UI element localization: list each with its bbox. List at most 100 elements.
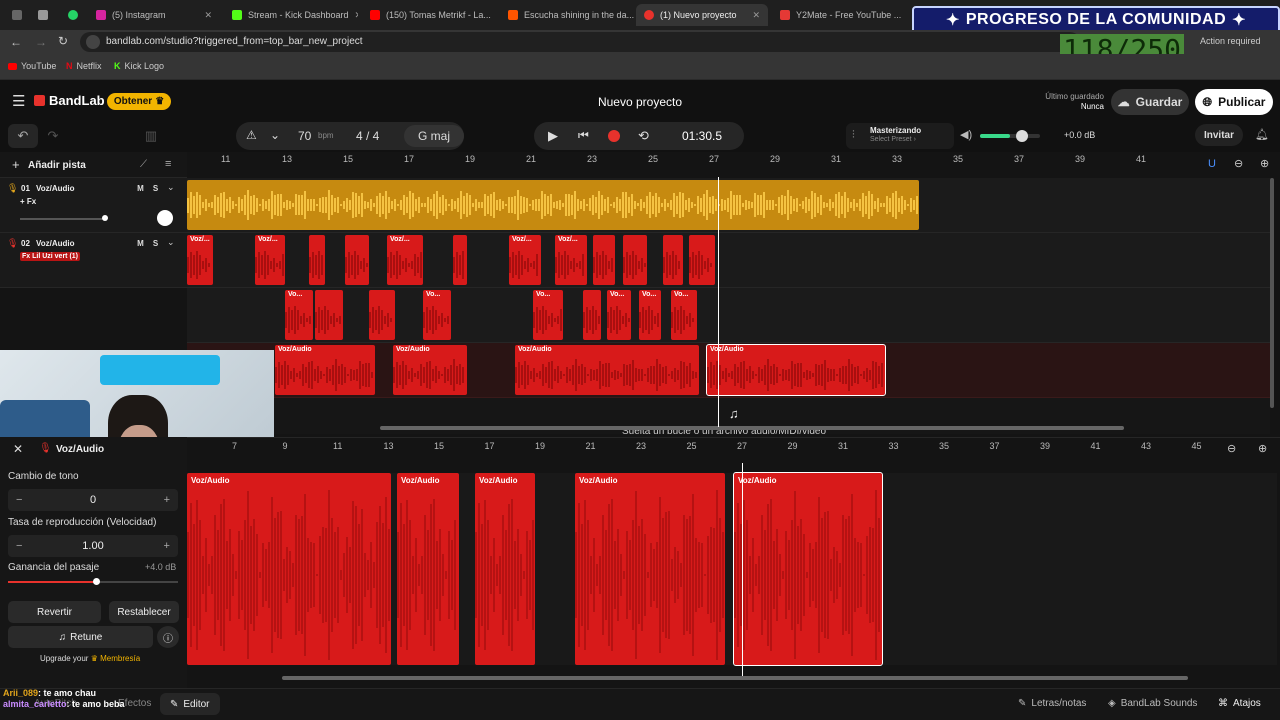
audio-clip[interactable] <box>345 235 369 285</box>
invite-button[interactable]: Invitar <box>1195 124 1243 146</box>
audio-clip[interactable]: Voz/... <box>255 235 285 285</box>
editor-playhead[interactable] <box>742 463 743 677</box>
editor-ruler[interactable]: 7 9 11 13 15 17 19 21 23 25 27 29 31 33 35 37 39 41 43 45 <box>187 441 1217 455</box>
audio-clip[interactable] <box>453 235 467 285</box>
audio-clip[interactable]: Voz/... <box>187 235 213 285</box>
zoom-out-icon[interactable]: ⊖ <box>1227 442 1236 455</box>
vertical-scrollbar[interactable] <box>1270 178 1274 408</box>
plus-icon[interactable]: + <box>12 157 20 172</box>
audio-clip[interactable]: Vo... <box>285 290 313 340</box>
audio-clip[interactable]: Voz/Audio <box>397 473 459 665</box>
audio-clip[interactable]: Vo... <box>533 290 563 340</box>
tab-0[interactable] <box>4 4 28 26</box>
audio-clip[interactable] <box>689 235 715 285</box>
master-volume-slider[interactable] <box>980 130 1040 142</box>
metronome-icon[interactable]: ⚠︎ <box>246 128 257 142</box>
track-lane-01[interactable] <box>187 178 1270 233</box>
mute-button[interactable]: M <box>134 237 147 250</box>
tab-whatsapp[interactable] <box>60 4 84 26</box>
forward-icon[interactable]: → <box>35 35 47 49</box>
bookmark-netflix[interactable]: N Netflix <box>66 61 102 71</box>
solo-button[interactable]: S <box>149 237 162 250</box>
tab-y2mate[interactable]: Y2Mate - Free YouTube ...✕ <box>772 4 906 26</box>
gain-knob[interactable] <box>93 578 100 585</box>
audio-clip[interactable]: Voz/Audio <box>733 472 883 666</box>
chevron-down-icon[interactable]: ⌄ <box>167 182 175 193</box>
audio-clip[interactable]: Voz/Audio <box>475 473 535 665</box>
pitch-stepper[interactable]: − 0 + <box>8 489 178 511</box>
tab-instagram[interactable]: (5) Instagram ✕ <box>88 4 220 26</box>
plus-icon[interactable]: + <box>164 540 170 552</box>
url-field[interactable]: bandlab.com/studio?triggered_from=top_ba… <box>80 32 1080 52</box>
plus-icon[interactable]: + <box>164 494 170 506</box>
project-title[interactable]: Nuevo proyecto <box>540 95 740 109</box>
back-icon[interactable]: ← <box>10 35 22 49</box>
tab-youtube[interactable]: (150) Tomas Metrikf - La...✕ <box>362 4 496 26</box>
playhead[interactable] <box>718 177 719 427</box>
magnet-icon[interactable]: U <box>1208 158 1216 170</box>
editor-waveform-lane[interactable]: Voz/Audio Voz/Audio Voz/Audio Voz/Audio Voz/… <box>187 472 1277 666</box>
audio-clip[interactable]: Voz/... <box>387 235 423 285</box>
add-track-button[interactable]: Añadir pista <box>28 160 86 171</box>
menu-icon[interactable]: ☰ <box>12 92 25 110</box>
track-header-02[interactable]: 🎙︎ 02 Voz/Audio M S ⌄ Fx Lil Uzi vert (1… <box>0 233 187 288</box>
loop-icon[interactable]: ⟲ <box>638 128 649 144</box>
audio-clip[interactable]: Voz/... <box>555 235 587 285</box>
track-lane-03[interactable]: Vo... Vo... Vo... Vo... Vo... Vo... <box>187 288 1270 343</box>
site-info-icon[interactable] <box>86 35 100 49</box>
editor-tab[interactable]: ✎ Editor <box>160 693 220 715</box>
zoom-in-icon[interactable]: ⊕ <box>1258 442 1267 455</box>
audio-clip[interactable] <box>593 235 615 285</box>
mixer-icon[interactable]: ▥ <box>136 124 166 148</box>
audio-clip[interactable]: Voz/Audio <box>575 473 725 665</box>
solo-button[interactable]: S <box>149 182 162 195</box>
play-icon[interactable]: ▶ <box>548 128 558 144</box>
mute-button[interactable]: M <box>134 182 147 195</box>
bookmark-kick[interactable]: K Kick Logo <box>114 61 164 71</box>
audio-clip[interactable]: Voz/... <box>509 235 541 285</box>
skip-back-icon[interactable]: ⏮ <box>578 128 589 143</box>
track-name[interactable]: Voz/Audio <box>36 184 75 193</box>
fx-button[interactable]: + Fx <box>20 197 36 206</box>
shortcuts-tab[interactable]: ⌘ Atajos <box>1218 698 1261 709</box>
audio-clip[interactable]: Voz/Audio <box>275 345 375 395</box>
audio-clip[interactable]: Vo... <box>639 290 661 340</box>
audio-clip[interactable] <box>369 290 395 340</box>
track-lane-04[interactable]: Voz/Audio Voz/Audio Voz/Audio Voz/Audio <box>187 343 1270 398</box>
bell-icon[interactable]: 🔔︎ <box>1255 128 1269 141</box>
record-icon[interactable] <box>608 130 620 142</box>
close-icon[interactable]: ✕ <box>355 10 358 21</box>
undo-icon[interactable]: ↶ <box>8 124 38 148</box>
obtener-button[interactable]: Obtener ♛ <box>107 93 171 110</box>
track-volume-slider[interactable] <box>20 215 108 221</box>
mastering-button[interactable]: ⫶ Masterizando Select Preset › <box>846 123 954 149</box>
zoom-out-icon[interactable]: ⊖ <box>1234 157 1243 170</box>
bandlab-logo[interactable]: BandLab <box>34 93 105 108</box>
key-selector[interactable]: G maj <box>404 125 464 147</box>
lyrics-tab[interactable]: ✎ Letras/notas <box>1018 698 1086 709</box>
minus-icon[interactable]: − <box>16 494 22 506</box>
audio-clip[interactable]: Vo... <box>607 290 631 340</box>
upgrade-text[interactable]: Upgrade your ♛ Membresía <box>40 654 140 663</box>
speaker-icon[interactable]: ◀︎) <box>960 128 972 141</box>
audio-clip[interactable] <box>663 235 683 285</box>
save-button[interactable]: ☁ Guardar <box>1111 89 1189 115</box>
pan-knob[interactable] <box>157 210 173 226</box>
editor-scrollbar[interactable] <box>282 676 1188 680</box>
bookmark-youtube[interactable]: YouTube <box>8 61 56 71</box>
audio-clip[interactable]: Voz/Audio <box>393 345 467 395</box>
gain-slider[interactable] <box>8 578 178 585</box>
track-lane-02[interactable]: Voz/... Voz/... Voz/... Voz/... Voz/... <box>187 233 1270 288</box>
minus-icon[interactable]: − <box>16 540 22 552</box>
audio-clip[interactable] <box>309 235 325 285</box>
action-required[interactable]: Action required <box>1200 36 1261 46</box>
track-name[interactable]: Voz/Audio <box>36 239 75 248</box>
time-signature[interactable]: 4 / 4 <box>356 129 379 143</box>
info-icon[interactable]: ⓘ <box>157 626 179 648</box>
audio-clip[interactable] <box>583 290 601 340</box>
timeline-ruler[interactable]: 11 13 15 17 19 21 23 25 27 29 31 33 35 37 39 41 <box>187 154 1257 168</box>
redo-icon[interactable]: ↷ <box>38 124 68 148</box>
close-icon[interactable]: ✕ <box>752 10 760 21</box>
wand-icon[interactable]: ⟋ <box>140 159 147 170</box>
close-icon[interactable]: ✕ <box>204 10 212 21</box>
